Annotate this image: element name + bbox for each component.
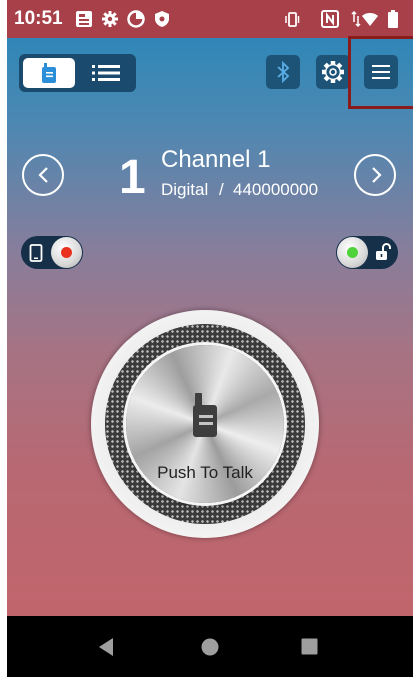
chevron-right-icon xyxy=(372,167,382,183)
speaker-grille: Push To Talk xyxy=(105,324,305,524)
navigation-bar xyxy=(7,616,413,677)
home-icon[interactable] xyxy=(201,638,219,656)
view-toggle xyxy=(19,54,136,92)
app-main: 1 Channel 1 Digital / 440000000 Push To … xyxy=(7,36,413,616)
phone-screen: 10:51 1 Channel 1 Digital / 440000000 Pu… xyxy=(7,0,413,677)
shield-icon xyxy=(155,11,169,27)
ptt-bezel: Push To Talk xyxy=(91,310,319,538)
phone-mode-switch[interactable] xyxy=(21,236,83,269)
bluetooth-icon xyxy=(277,61,290,83)
vibrate-icon xyxy=(285,12,300,27)
data-saver-icon xyxy=(127,10,145,28)
list-view-icon xyxy=(92,65,120,81)
channel-number: 1 xyxy=(119,151,146,204)
chevron-left-icon xyxy=(38,167,48,183)
channel-mode: Digital xyxy=(161,180,209,199)
phone-icon xyxy=(29,244,43,262)
list-view-tab[interactable] xyxy=(79,58,132,88)
channel-name: Channel 1 xyxy=(161,146,271,173)
status-time: 10:51 xyxy=(14,8,63,29)
push-to-talk-label: Push To Talk xyxy=(157,463,253,482)
push-to-talk-button[interactable]: Push To Talk xyxy=(126,345,284,503)
walkie-talkie-icon xyxy=(193,393,217,437)
previous-channel-button[interactable] xyxy=(22,154,64,196)
data-transfer-icon xyxy=(351,10,361,28)
back-icon[interactable] xyxy=(97,637,115,657)
channel-separator: / xyxy=(219,180,224,199)
settings-button[interactable] xyxy=(316,55,350,89)
walkie-talkie-view-icon xyxy=(42,63,56,83)
battery-icon xyxy=(388,10,398,28)
channel-frequency: 440000000 xyxy=(233,180,319,199)
status-bar: 10:51 xyxy=(7,0,413,38)
menu-highlight-frame xyxy=(348,36,413,109)
phone-switch-knob xyxy=(51,237,82,268)
unlock-icon xyxy=(376,243,391,260)
lock-switch-knob xyxy=(337,237,368,268)
walkie-talkie-view-tab[interactable] xyxy=(23,58,75,88)
settings-notification-icon xyxy=(102,11,118,27)
lock-status-indicator xyxy=(347,247,358,258)
nfc-icon xyxy=(321,10,339,28)
wifi-icon xyxy=(362,13,378,26)
bluetooth-button[interactable] xyxy=(266,55,300,89)
app-notification-icon xyxy=(76,11,92,27)
phone-status-indicator xyxy=(61,247,72,258)
gear-icon xyxy=(322,61,344,83)
next-channel-button[interactable] xyxy=(354,154,396,196)
recents-icon[interactable] xyxy=(301,638,318,655)
lock-switch[interactable] xyxy=(336,236,398,269)
